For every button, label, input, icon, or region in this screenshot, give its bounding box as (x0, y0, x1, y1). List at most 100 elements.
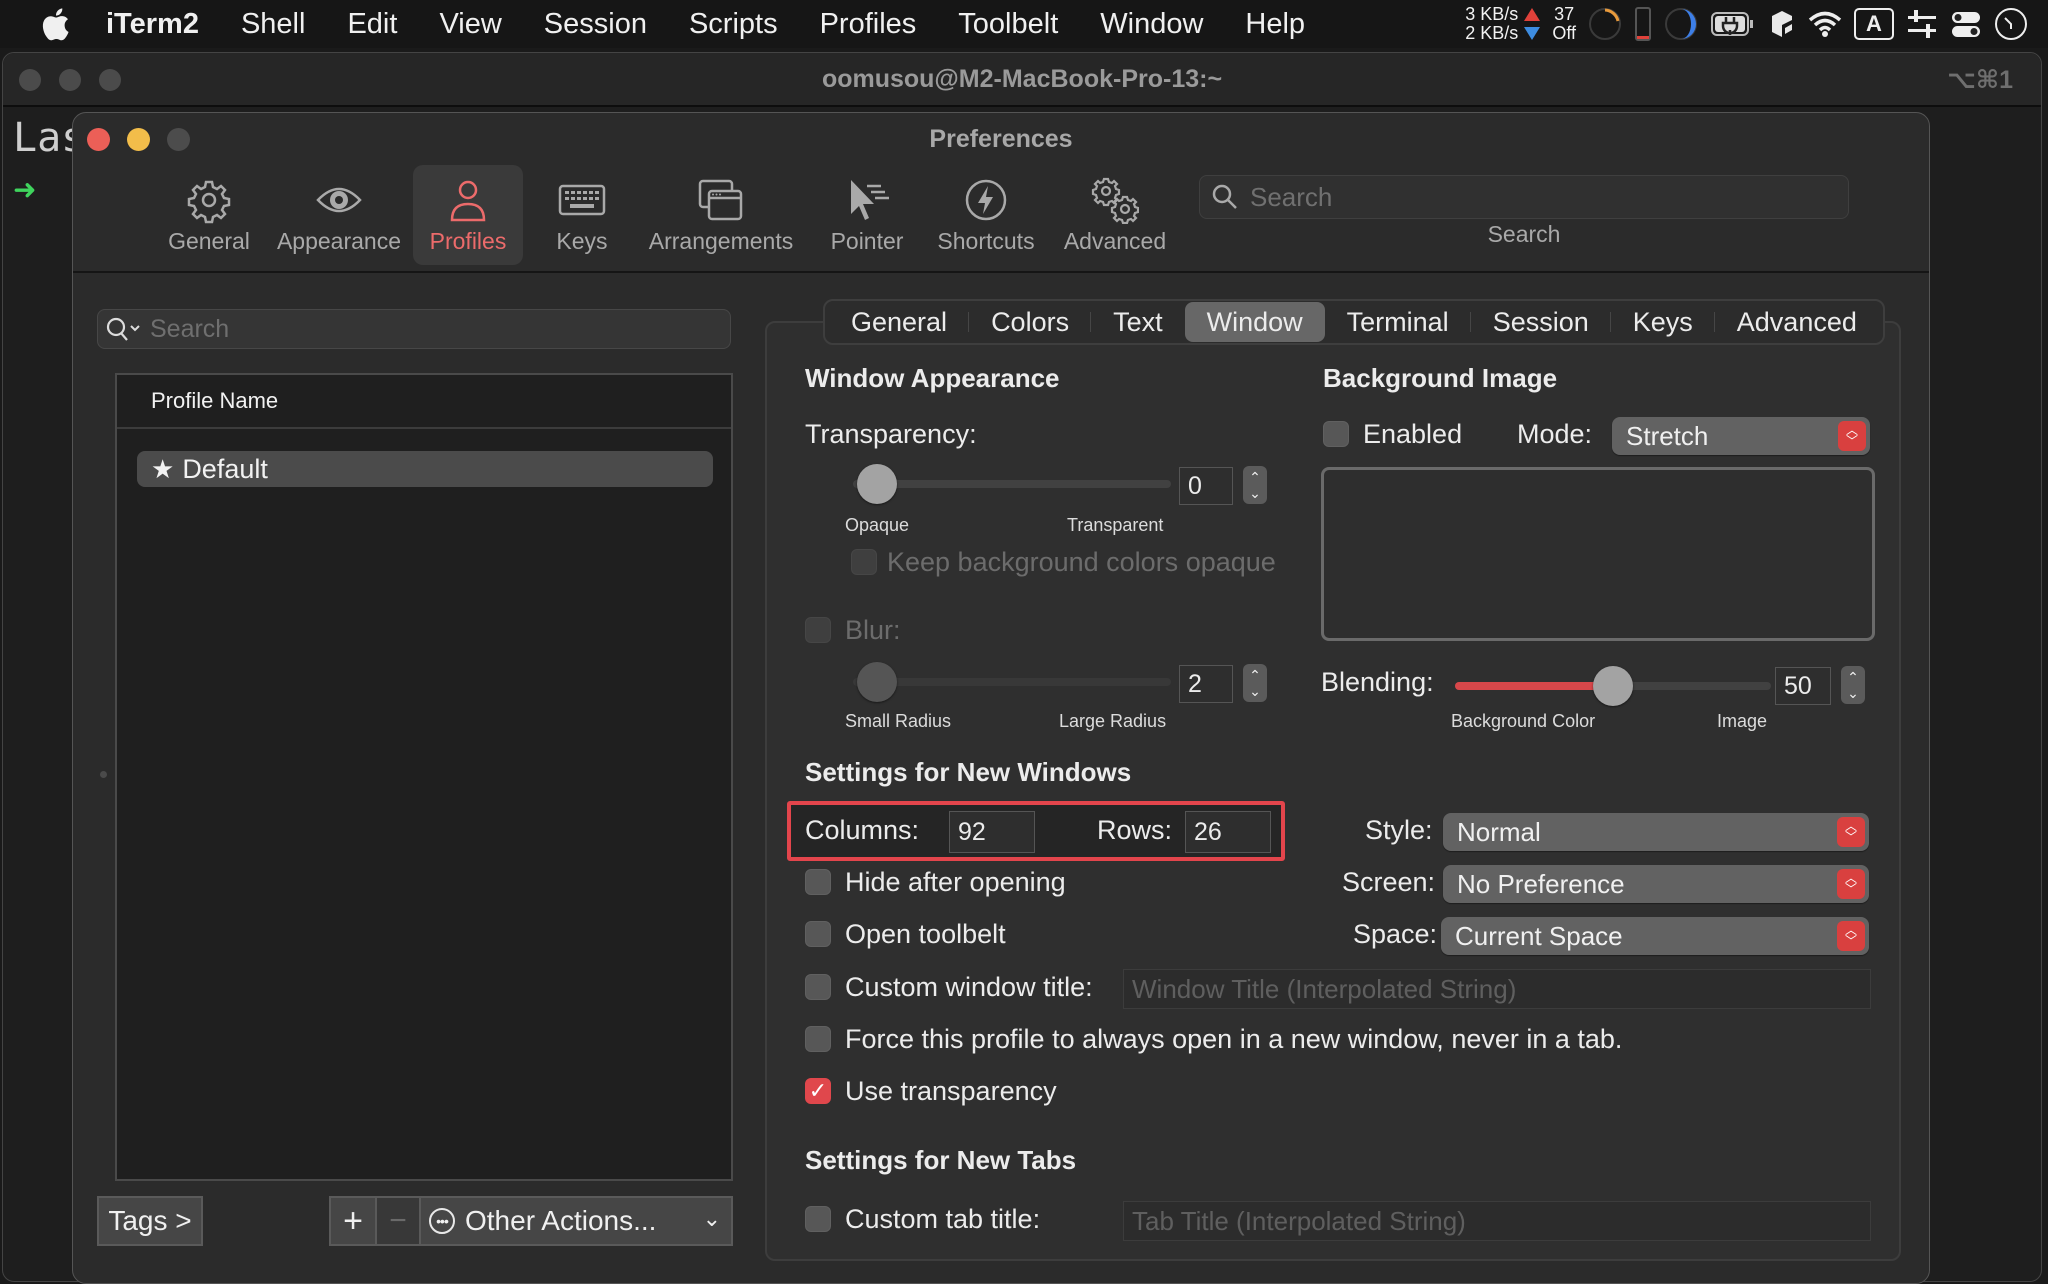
transparency-label: Transparency: (805, 419, 977, 449)
menu-session[interactable]: Session (544, 8, 647, 41)
transparency-value-field[interactable]: 0 (1179, 467, 1233, 505)
bg-image-enabled-checkbox[interactable] (1323, 421, 1349, 447)
memory-bar-icon[interactable] (1634, 6, 1652, 42)
menu-toolbelt[interactable]: Toolbelt (958, 8, 1058, 41)
cpu-gauge-icon[interactable] (1588, 7, 1622, 41)
toolbar-general[interactable]: General (159, 165, 259, 265)
stepper-down-icon: ⌄ (1249, 683, 1261, 699)
toolbar-keys[interactable]: Keys (537, 165, 627, 265)
download-rate: 2 KB/s (1465, 23, 1519, 43)
open-toolbelt-checkbox[interactable] (805, 921, 831, 947)
menu-profiles[interactable]: Profiles (820, 8, 917, 41)
profile-search-placeholder: Search (150, 314, 230, 343)
profile-search-field[interactable]: Search (97, 309, 731, 349)
hide-after-opening-checkbox[interactable] (805, 869, 831, 895)
transparency-max-label: Transparent (1067, 515, 1164, 535)
custom-window-title-checkbox[interactable] (805, 974, 831, 1000)
tags-button[interactable]: Tags > (97, 1196, 203, 1246)
tab-colors[interactable]: Colors (969, 302, 1092, 342)
keep-bg-opaque-label: Keep background colors opaque (887, 547, 1276, 577)
blending-stepper[interactable]: ⌃ ⌄ (1841, 666, 1865, 704)
blur-slider-knob[interactable] (857, 662, 897, 702)
toolbar-profiles[interactable]: Profiles (413, 165, 523, 265)
apple-menu-icon[interactable] (40, 6, 70, 42)
blur-stepper[interactable]: ⌃ ⌄ (1243, 664, 1267, 702)
toolbar-appearance[interactable]: Appearance (269, 165, 409, 265)
split-resize-handle[interactable] (100, 771, 107, 778)
tab-advanced[interactable]: Advanced (1715, 302, 1879, 342)
toolbar-pointer[interactable]: Pointer (817, 165, 917, 265)
toolbar-appearance-label: Appearance (276, 228, 402, 254)
toolbar-shortcuts[interactable]: Shortcuts (931, 165, 1041, 265)
use-transparency-checkbox[interactable]: ✓ (805, 1078, 831, 1104)
tab-general[interactable]: General (829, 302, 970, 342)
new-windows-heading: Settings for New Windows (805, 757, 1132, 787)
tab-keys[interactable]: Keys (1611, 302, 1715, 342)
gears-icon (1091, 177, 1139, 224)
add-profile-button[interactable]: + (329, 1196, 377, 1246)
status-area: 3 KB/s 2 KB/s 37 Off A (1465, 0, 2028, 48)
preferences-search-field[interactable]: Search (1199, 175, 1849, 219)
upload-rate: 3 KB/s (1465, 4, 1519, 24)
transparency-stepper[interactable]: ⌃ ⌄ (1243, 466, 1267, 504)
bg-mode-select[interactable]: Stretch ︿ ﹀ (1612, 417, 1870, 455)
use-transparency-label: Use transparency (845, 1076, 1057, 1106)
menu-shell[interactable]: Shell (241, 8, 306, 41)
chevron-down-icon: ⌄ (702, 1206, 721, 1231)
keep-bg-opaque-checkbox[interactable] (851, 549, 877, 575)
columns-field[interactable]: 92 (949, 811, 1035, 853)
disk-gauge-icon[interactable] (1664, 7, 1698, 41)
network-monitor[interactable]: 3 KB/s 2 KB/s (1465, 4, 1541, 43)
toolbar-advanced[interactable]: Advanced (1057, 165, 1173, 265)
force-new-window-checkbox[interactable] (805, 1026, 831, 1052)
menu-help[interactable]: Help (1245, 8, 1305, 41)
menu-app-name[interactable]: iTerm2 (106, 8, 199, 41)
open-toolbelt-label: Open toolbelt (845, 919, 1006, 949)
popup-arrows-icon: ︿ ﹀ (1838, 421, 1866, 451)
profile-row[interactable]: ★ Default (137, 451, 713, 487)
wifi-icon[interactable] (1808, 10, 1842, 38)
tab-text[interactable]: Text (1091, 302, 1185, 342)
blur-value: 2 (1188, 669, 1202, 698)
sliders-icon[interactable] (1906, 8, 1938, 40)
custom-tab-title-checkbox[interactable] (805, 1206, 831, 1232)
rows-field[interactable]: 26 (1185, 811, 1271, 853)
menu-window[interactable]: Window (1100, 8, 1203, 41)
menu-scripts[interactable]: Scripts (689, 8, 778, 41)
tab-terminal[interactable]: Terminal (1325, 302, 1471, 342)
profile-row-name: Default (182, 453, 268, 484)
blur-min-label: Small Radius (845, 711, 952, 731)
blending-slider-knob[interactable] (1593, 666, 1633, 706)
battery-charging-icon[interactable] (1710, 9, 1756, 39)
screen-select[interactable]: No Preference ︿ ﹀ (1443, 865, 1869, 903)
sensor-readout[interactable]: 37 Off (1552, 5, 1576, 43)
style-select[interactable]: Normal ︿ ﹀ (1443, 813, 1869, 851)
keyboard-icon (558, 184, 606, 216)
transparency-slider-knob[interactable] (857, 464, 897, 504)
other-actions-button[interactable]: ••• Other Actions... ⌄ (419, 1196, 733, 1246)
clock-icon[interactable] (1994, 7, 2028, 41)
blur-slider-track[interactable] (853, 678, 1171, 686)
blur-value-field[interactable]: 2 (1179, 665, 1233, 703)
space-select[interactable]: Current Space ︿ ﹀ (1441, 917, 1869, 955)
tab-session[interactable]: Session (1471, 302, 1611, 342)
sensor-bottom: Off (1552, 23, 1576, 43)
windows-icon (698, 179, 743, 221)
input-source-indicator[interactable]: A (1854, 8, 1894, 40)
control-center-icon[interactable] (1950, 8, 1982, 40)
custom-window-title-field[interactable]: Window Title (Interpolated String) (1123, 969, 1871, 1009)
menu-view[interactable]: View (439, 8, 501, 41)
transparency-min-label: Opaque (845, 515, 910, 535)
blur-checkbox[interactable] (805, 617, 831, 643)
blending-value-field[interactable]: 50 (1775, 667, 1831, 705)
app-cube-icon[interactable] (1768, 8, 1796, 40)
transparency-slider-track[interactable] (853, 480, 1171, 488)
tab-window[interactable]: Window (1184, 302, 1325, 342)
toolbar-arrangements[interactable]: Arrangements (641, 165, 801, 265)
profile-name-column-header[interactable]: Profile Name (117, 375, 731, 429)
bg-image-well[interactable] (1321, 467, 1875, 641)
menu-edit[interactable]: Edit (347, 8, 397, 41)
remove-profile-button[interactable]: − (375, 1196, 421, 1246)
custom-tab-title-field[interactable]: Tab Title (Interpolated String) (1123, 1201, 1871, 1241)
bolt-icon (965, 179, 1007, 221)
